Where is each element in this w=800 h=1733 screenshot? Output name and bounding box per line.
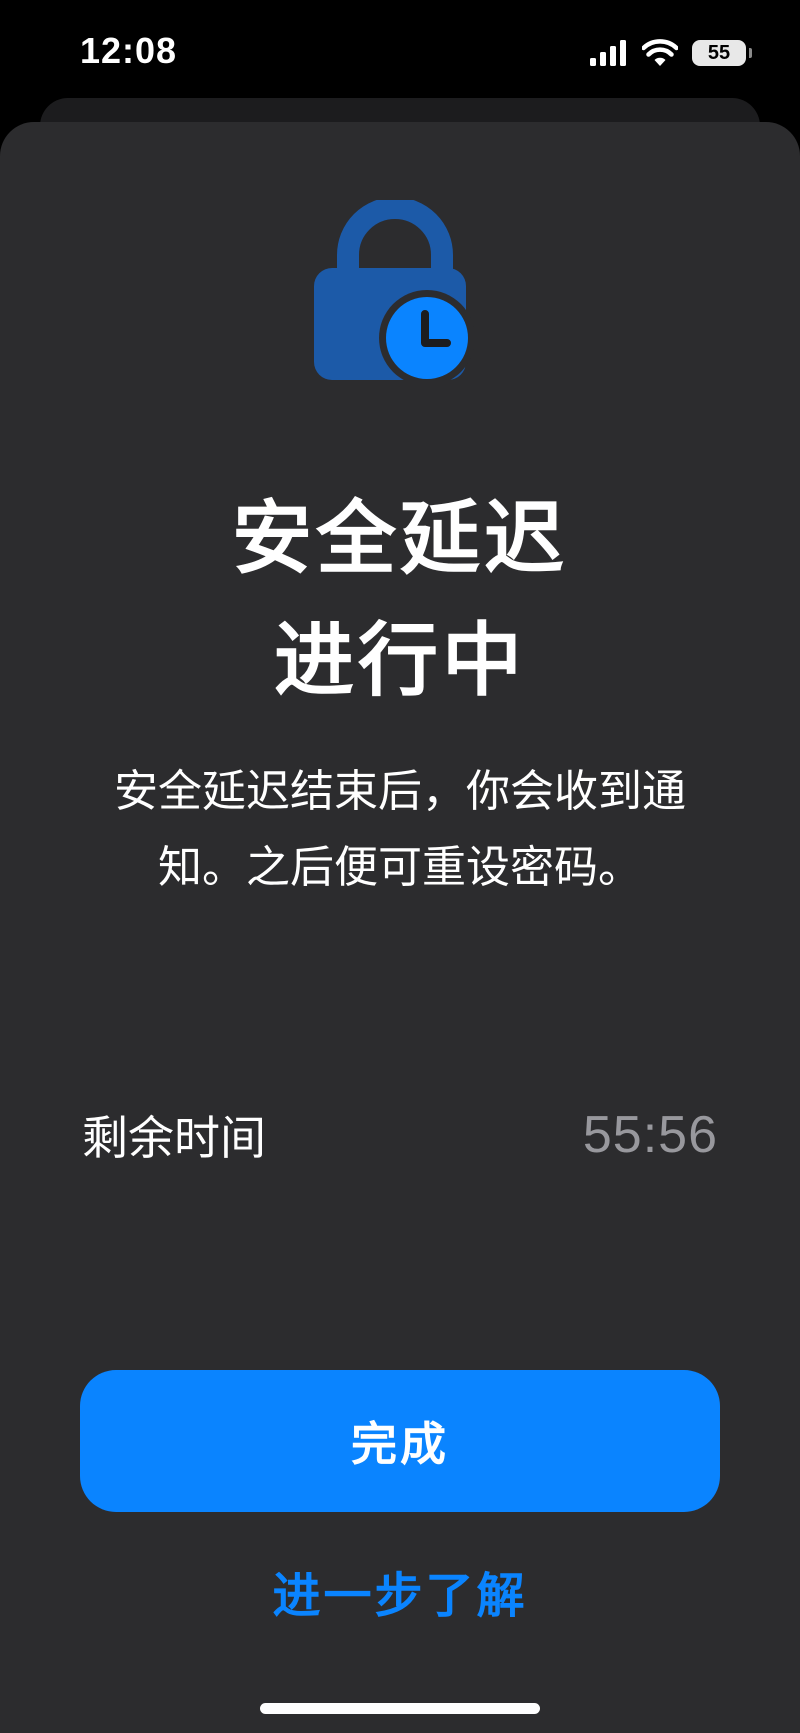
remaining-time-value: 55:56 [582, 1106, 718, 1164]
done-button[interactable]: 完成 [80, 1370, 720, 1512]
page-title: 安全延迟 进行中 [0, 478, 800, 722]
remaining-time-label: 剩余时间 [82, 1111, 266, 1165]
title-line-1: 安全延迟 [232, 492, 568, 585]
battery-icon: 55 [692, 40, 752, 66]
screen: 12:08 55 安全延迟 进行中 安全延迟结束后，你会收到通知。之后便可重设密… [0, 0, 800, 1733]
battery-level: 55 [707, 41, 731, 64]
learn-more-link[interactable]: 进一步了解 [0, 1556, 800, 1626]
status-bar: 12:08 55 [0, 0, 800, 100]
status-time: 12:08 [80, 30, 178, 71]
lock-clock-icon [314, 200, 475, 380]
description-text: 安全延迟结束后，你会收到通知。之后便可重设密码。 [114, 766, 686, 893]
status-icons: 55 [590, 38, 752, 68]
wifi-icon [642, 39, 678, 66]
title-line-2: 进行中 [274, 614, 526, 707]
home-indicator[interactable] [260, 1703, 540, 1714]
cellular-signal-icon [590, 40, 626, 66]
remaining-time-row: 剩余时间 55:56 [82, 1100, 718, 1170]
